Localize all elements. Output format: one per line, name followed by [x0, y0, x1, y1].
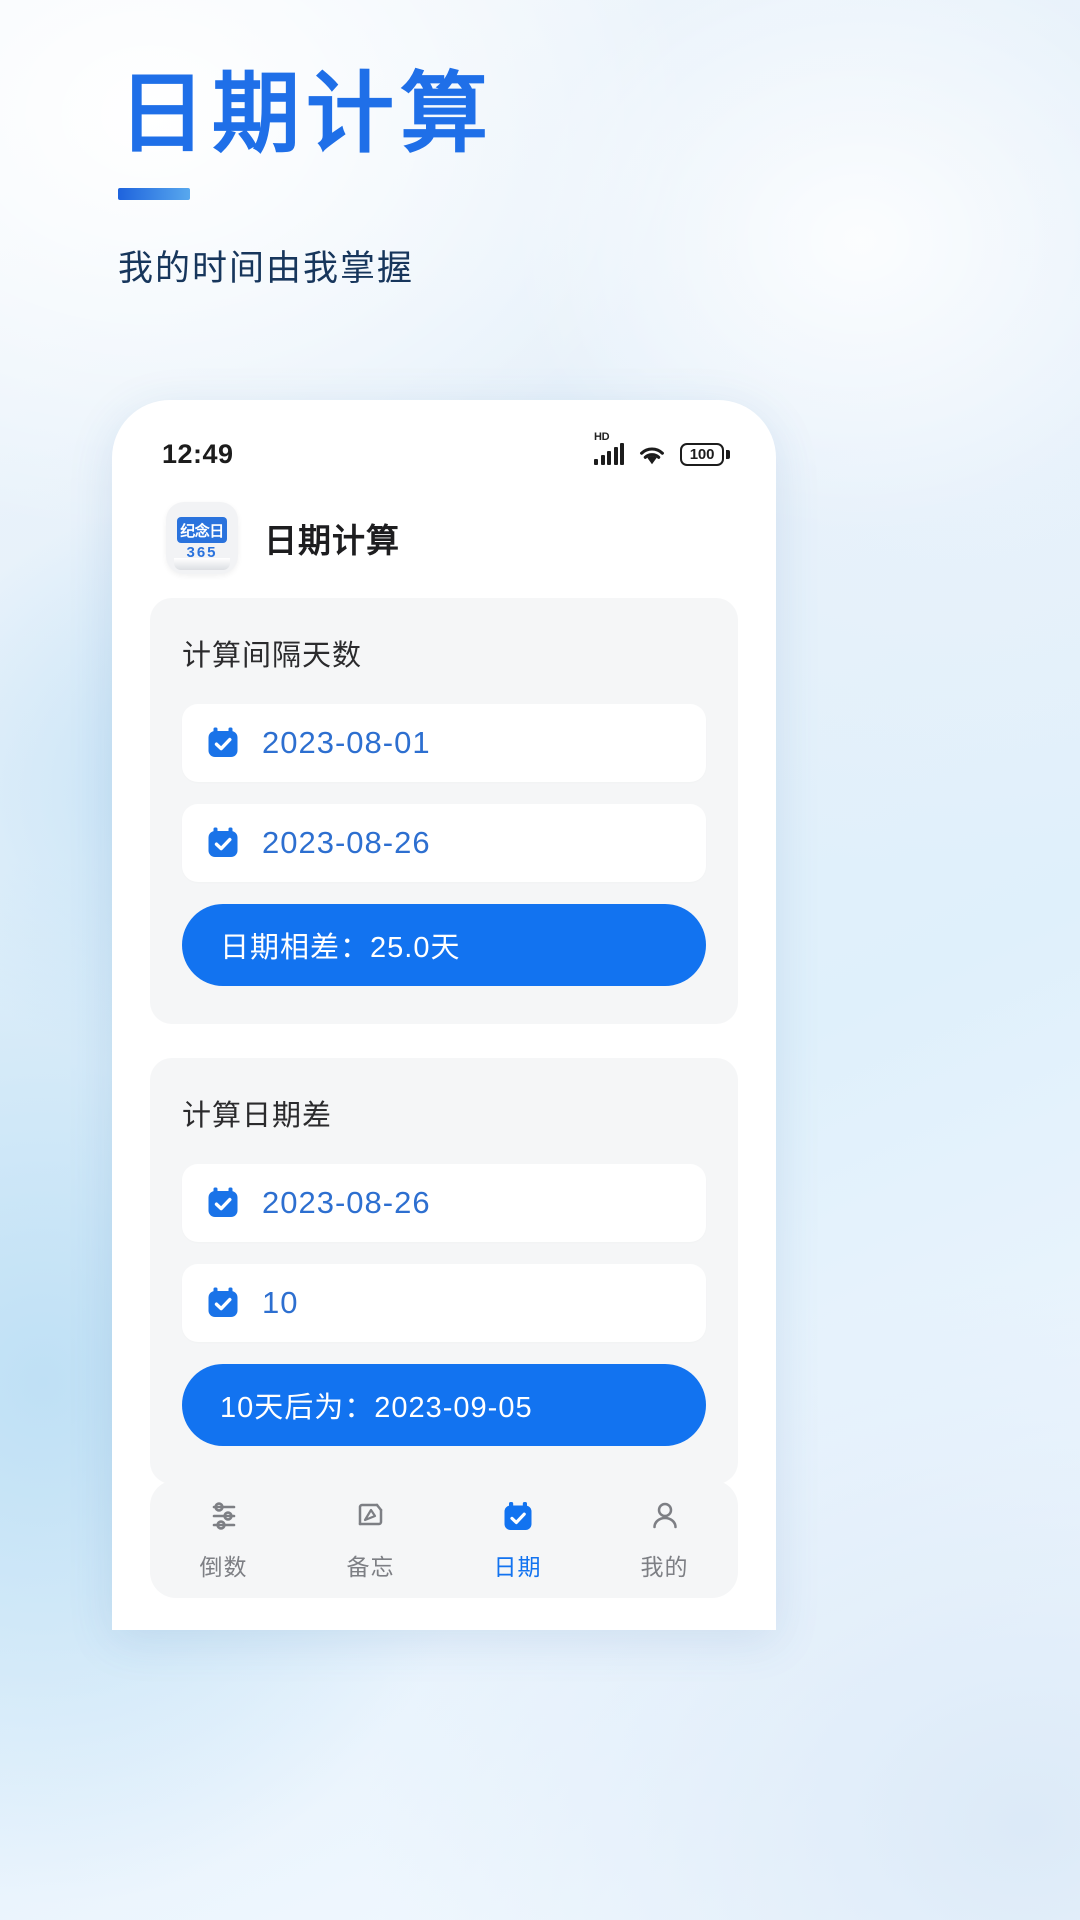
date-field-value: 2023-08-01 — [262, 725, 431, 760]
hero-section: 日期计算 我的时间由我掌握 — [118, 70, 494, 291]
result-interval-days[interactable]: 日期相差：25.0天 — [182, 904, 706, 986]
calendar-check-icon — [206, 1186, 240, 1220]
app-icon: 纪念日 365 — [166, 502, 238, 574]
days-offset-value: 10 — [262, 1285, 299, 1320]
app-promo-page: 日期计算 我的时间由我掌握 12:49 HD 100 纪念日 365 日期计算 … — [0, 0, 1080, 1920]
app-content: 计算间隔天数 2023-08-01 2023-08-26 日期相差：25.0天 … — [112, 574, 776, 1484]
date-field-value: 2023-08-26 — [262, 825, 431, 860]
app-title: 日期计算 — [264, 522, 400, 559]
signal-bar — [607, 451, 611, 465]
calendar-check-icon — [500, 1496, 536, 1536]
signal-bar — [620, 443, 624, 465]
page-title: 日期计算 — [118, 64, 495, 163]
hd-signal-icon: HD — [594, 431, 624, 465]
date-field-start[interactable]: 2023-08-01 — [182, 704, 706, 782]
status-bar-time: 12:49 — [162, 438, 234, 469]
result-date-offset[interactable]: 10天后为：2023-09-05 — [182, 1364, 706, 1446]
card-interval-days: 计算间隔天数 2023-08-01 2023-08-26 日期相差：25.0天 — [150, 598, 738, 1024]
tab-memo[interactable]: 备忘 — [297, 1496, 444, 1582]
tab-label: 备忘 — [346, 1554, 395, 1580]
card-title: 计算日期差 — [182, 1100, 333, 1132]
card-date-offset: 计算日期差 2023-08-26 10 10天后为：2023-09-05 — [150, 1058, 738, 1484]
phone-mockup: 12:49 HD 100 纪念日 365 日期计算 计算间隔天数 2023-08… — [112, 400, 776, 1630]
app-icon-banner-text: 纪念日 — [177, 517, 227, 543]
memo-pen-icon — [353, 1496, 389, 1536]
tab-mine[interactable]: 我的 — [591, 1496, 738, 1582]
wifi-icon — [637, 443, 667, 466]
days-offset-field[interactable]: 10 — [182, 1264, 706, 1342]
title-accent-bar — [118, 188, 190, 200]
signal-bar — [594, 459, 598, 465]
calendar-check-icon — [206, 826, 240, 860]
battery-cap — [726, 449, 730, 459]
status-bar-icons: HD 100 — [594, 431, 730, 466]
calendar-check-icon — [206, 726, 240, 760]
app-header: 纪念日 365 日期计算 — [112, 486, 776, 574]
signal-bar — [600, 455, 605, 465]
page-subtitle: 我的时间由我掌握 — [118, 249, 415, 288]
tab-label: 我的 — [640, 1554, 689, 1580]
battery-level: 100 — [680, 442, 724, 466]
date-field-base[interactable]: 2023-08-26 — [182, 1164, 706, 1242]
card-title: 计算间隔天数 — [182, 640, 363, 672]
hd-label: HD — [594, 431, 610, 443]
tab-countdown[interactable]: 倒数 — [150, 1496, 297, 1582]
tab-label: 日期 — [493, 1554, 542, 1580]
date-field-end[interactable]: 2023-08-26 — [182, 804, 706, 882]
app-icon-page-shape — [174, 558, 230, 570]
date-field-value: 2023-08-26 — [262, 1185, 431, 1220]
tab-label: 倒数 — [199, 1554, 248, 1580]
bottom-tab-bar: 倒数 备忘 日期 我的 — [150, 1480, 738, 1598]
battery-icon: 100 — [680, 442, 730, 466]
status-bar: 12:49 HD 100 — [112, 400, 776, 486]
countdown-icon — [206, 1496, 242, 1536]
tab-date[interactable]: 日期 — [444, 1496, 591, 1582]
calendar-check-icon — [206, 1286, 240, 1320]
signal-bar — [613, 447, 618, 465]
person-icon — [647, 1496, 683, 1536]
